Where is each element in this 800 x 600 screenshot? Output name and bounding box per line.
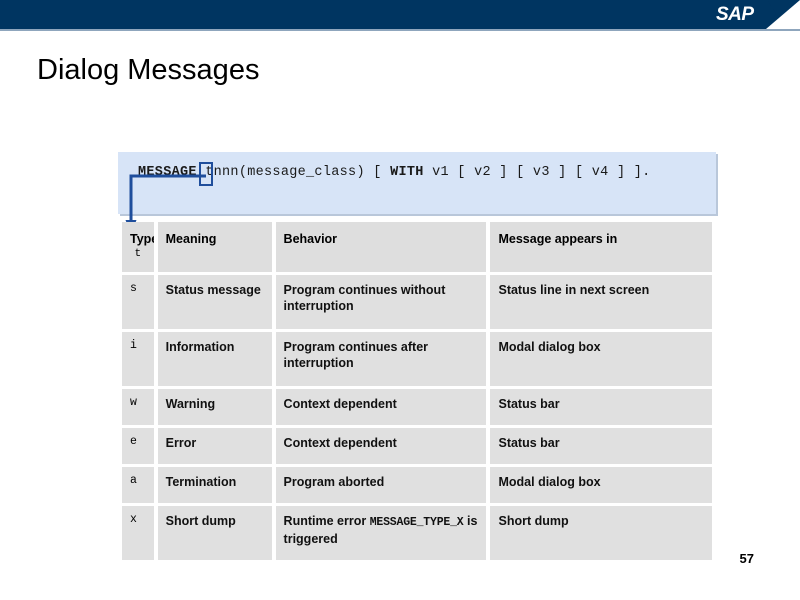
cell-behavior: Runtime error MESSAGE_TYPE_X is triggere… <box>275 506 487 560</box>
cell-type: a <box>122 467 154 503</box>
code-bracket-open: [ <box>373 165 382 180</box>
cell-appears-in: Status line in next screen <box>490 275 712 329</box>
column-header-type-label: Type <box>130 232 154 246</box>
table-row: e Error Context dependent Status bar <box>122 428 712 464</box>
cell-behavior: Program continues after interruption <box>275 332 487 386</box>
table-body: s Status message Program continues witho… <box>122 275 712 560</box>
table-row: i Information Program continues after in… <box>122 332 712 386</box>
cell-behavior: Program aborted <box>275 467 487 503</box>
cell-behavior: Program continues without interruption <box>275 275 487 329</box>
column-header-type-token: t <box>134 248 142 260</box>
cell-behavior-text: Runtime error <box>283 514 370 528</box>
cell-behavior-text: Context dependent <box>283 436 397 450</box>
cell-appears-in: Short dump <box>490 506 712 560</box>
top-banner: SAP <box>0 0 800 29</box>
table-row: s Status message Program continues witho… <box>122 275 712 329</box>
column-header-behavior: Behavior <box>275 222 487 272</box>
cell-meaning: Short dump <box>157 506 272 560</box>
code-param-tnnn: tnnn(message_class) <box>205 165 365 180</box>
cell-appears-in: Modal dialog box <box>490 332 712 386</box>
cell-appears-in: Modal dialog box <box>490 467 712 503</box>
page-number: 57 <box>739 551 754 566</box>
cell-behavior-text: Program continues without interruption <box>283 283 446 313</box>
message-types-table: Type t Meaning Behavior Message appears … <box>118 219 716 563</box>
table-row: a Termination Program aborted Modal dial… <box>122 467 712 503</box>
code-var-v1: v1 <box>432 165 449 180</box>
cell-type: e <box>122 428 154 464</box>
cell-type: s <box>122 275 154 329</box>
table-row: w Warning Context dependent Status bar <box>122 389 712 425</box>
cell-appears-in: Status bar <box>490 428 712 464</box>
code-keyword-with: WITH <box>390 165 424 180</box>
cell-meaning: Information <box>157 332 272 386</box>
cell-meaning: Status message <box>157 275 272 329</box>
cell-type: i <box>122 332 154 386</box>
cell-type: w <box>122 389 154 425</box>
column-header-appears-in: Message appears in <box>490 222 712 272</box>
cell-meaning: Termination <box>157 467 272 503</box>
cell-behavior-code: MESSAGE_TYPE_X <box>369 516 464 529</box>
table-header-row: Type t Meaning Behavior Message appears … <box>122 222 712 272</box>
cell-meaning: Error <box>157 428 272 464</box>
cell-type: x <box>122 506 154 560</box>
cell-behavior-text: Program aborted <box>283 475 385 489</box>
cell-behavior: Context dependent <box>275 389 487 425</box>
code-bracket-close: ]. <box>633 165 651 180</box>
code-var-v3: [ v3 ] <box>516 165 567 180</box>
code-var-v2: [ v2 ] <box>457 165 508 180</box>
column-header-meaning: Meaning <box>157 222 272 272</box>
cell-meaning: Warning <box>157 389 272 425</box>
sap-logo: SAP <box>710 1 776 26</box>
cell-behavior: Context dependent <box>275 428 487 464</box>
svg-text:SAP: SAP <box>716 4 754 25</box>
table-row: x Short dump Runtime error MESSAGE_TYPE_… <box>122 506 712 560</box>
code-var-v4: [ v4 ] <box>574 165 626 180</box>
cell-behavior-text: Context dependent <box>283 397 397 411</box>
cell-appears-in: Status bar <box>490 389 712 425</box>
page-title: Dialog Messages <box>37 54 260 86</box>
banner-underline <box>0 29 800 31</box>
cell-behavior-text: Program continues after interruption <box>283 340 429 370</box>
column-header-type: Type t <box>122 222 154 272</box>
